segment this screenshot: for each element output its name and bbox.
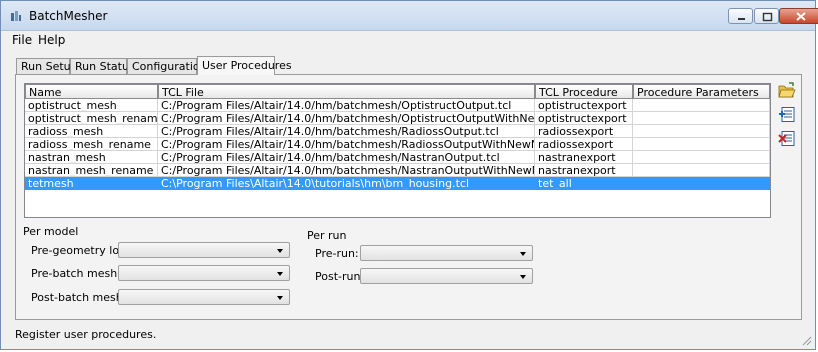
pre-batch-mesh-combo[interactable] xyxy=(118,265,290,281)
menu-file[interactable]: File xyxy=(12,33,32,47)
add-row-icon[interactable] xyxy=(778,106,796,123)
cell-procedure-parameters xyxy=(633,112,770,125)
table-row[interactable]: radioss_mesh C:/Program Files/Altair/14.… xyxy=(25,125,770,138)
table-row-selected[interactable]: tetmesh C:\Program Files\Altair\14.0\tut… xyxy=(25,177,770,190)
chevron-down-icon xyxy=(520,252,526,256)
cell-name: optistruct_mesh xyxy=(25,99,158,112)
cell-procedure-parameters xyxy=(633,177,770,190)
table-header: Name TCL File TCL Procedure Procedure Pa… xyxy=(25,84,770,100)
batchmesher-window: BatchMesher File Help Run Setup Run Stat… xyxy=(0,0,818,350)
cell-name: radioss_mesh_rename xyxy=(25,138,158,151)
chevron-down-icon xyxy=(520,275,526,279)
column-header-procedure-parameters[interactable]: Procedure Parameters xyxy=(633,84,770,99)
cell-tcl-procedure: tet_all xyxy=(535,177,633,190)
table-row[interactable]: radioss_mesh_rename C:/Program Files/Alt… xyxy=(25,138,770,151)
post-run-label: Post-run: xyxy=(315,270,365,283)
minimize-icon xyxy=(738,18,745,20)
pre-run-label: Pre-run: xyxy=(315,247,359,260)
cell-name: optistruct_mesh_rename xyxy=(25,112,158,125)
tab-run-status[interactable]: Run Status xyxy=(70,58,135,74)
per-run-heading: Per run xyxy=(307,229,347,242)
window-title: BatchMesher xyxy=(29,9,108,23)
cell-name: radioss_mesh xyxy=(25,125,158,138)
cell-name: nastran_mesh_rename xyxy=(25,164,158,177)
post-run-combo[interactable] xyxy=(360,268,533,284)
resize-grip-icon[interactable] xyxy=(800,334,812,346)
maximize-icon xyxy=(762,12,773,22)
post-batch-mesh-combo[interactable] xyxy=(118,289,290,305)
cell-procedure-parameters xyxy=(633,125,770,138)
cell-procedure-parameters xyxy=(633,138,770,151)
cell-tcl-procedure: radiossexport xyxy=(535,125,633,138)
title-bar[interactable]: BatchMesher xyxy=(1,1,818,31)
cell-procedure-parameters xyxy=(633,164,770,177)
chevron-down-icon xyxy=(277,296,283,300)
pre-batch-mesh-label: Pre-batch mesh: xyxy=(31,267,121,280)
app-icon xyxy=(11,11,21,21)
table-row[interactable]: nastran_mesh_rename C:/Program Files/Alt… xyxy=(25,164,770,177)
cell-tcl-procedure: optistructexport xyxy=(535,112,633,125)
cell-tcl-procedure: optistructexport xyxy=(535,99,633,112)
cell-tcl-file: C:/Program Files/Altair/14.0/hm/batchmes… xyxy=(158,138,535,151)
menu-help[interactable]: Help xyxy=(38,33,65,47)
menu-bar: File Help xyxy=(1,31,815,49)
open-folder-icon[interactable] xyxy=(778,82,796,99)
per-model-heading: Per model xyxy=(23,225,79,238)
close-button[interactable] xyxy=(779,8,818,24)
column-header-tcl-file[interactable]: TCL File xyxy=(158,84,535,99)
cell-tcl-file: C:/Program Files/Altair/14.0/hm/batchmes… xyxy=(158,99,535,112)
cell-tcl-procedure: nastranexport xyxy=(535,151,633,164)
cell-tcl-file: C:\Program Files\Altair\14.0\tutorials\h… xyxy=(158,177,535,190)
close-icon xyxy=(796,12,806,21)
cell-tcl-file: C:/Program Files/Altair/14.0/hm/batchmes… xyxy=(158,151,535,164)
chevron-down-icon xyxy=(277,249,283,253)
maximize-button[interactable] xyxy=(754,8,779,24)
tab-configurations[interactable]: Configurations xyxy=(127,58,212,74)
minimize-button[interactable] xyxy=(728,8,753,24)
pre-run-combo[interactable] xyxy=(360,245,533,261)
column-header-tcl-procedure[interactable]: TCL Procedure xyxy=(535,84,633,99)
table-row[interactable]: optistruct_mesh_rename C:/Program Files/… xyxy=(25,112,770,125)
cell-procedure-parameters xyxy=(633,99,770,112)
cell-tcl-file: C:/Program Files/Altair/14.0/hm/batchmes… xyxy=(158,125,535,138)
cell-tcl-file: C:/Program Files/Altair/14.0/hm/batchmes… xyxy=(158,112,535,125)
cell-tcl-procedure: nastranexport xyxy=(535,164,633,177)
table-row[interactable]: optistruct_mesh C:/Program Files/Altair/… xyxy=(25,99,770,112)
chevron-down-icon xyxy=(277,272,283,276)
tab-run-setup[interactable]: Run Setup xyxy=(16,58,78,74)
cell-name: nastran_mesh xyxy=(25,151,158,164)
pre-geometry-load-combo[interactable] xyxy=(118,242,290,258)
cell-name: tetmesh xyxy=(25,177,158,190)
procedures-table: Name TCL File TCL Procedure Procedure Pa… xyxy=(24,83,771,218)
cell-tcl-procedure: radiossexport xyxy=(535,138,633,151)
cell-tcl-file: C:/Program Files/Altair/14.0/hm/batchmes… xyxy=(158,164,535,177)
post-batch-mesh-label: Post-batch mesh: xyxy=(31,291,127,304)
delete-row-icon[interactable] xyxy=(778,130,796,147)
tab-user-procedures[interactable]: User Procedures xyxy=(197,56,292,75)
status-bar-text: Register user procedures. xyxy=(15,328,157,341)
column-header-name[interactable]: Name xyxy=(25,84,158,99)
table-row[interactable]: nastran_mesh C:/Program Files/Altair/14.… xyxy=(25,151,770,164)
cell-procedure-parameters xyxy=(633,151,770,164)
